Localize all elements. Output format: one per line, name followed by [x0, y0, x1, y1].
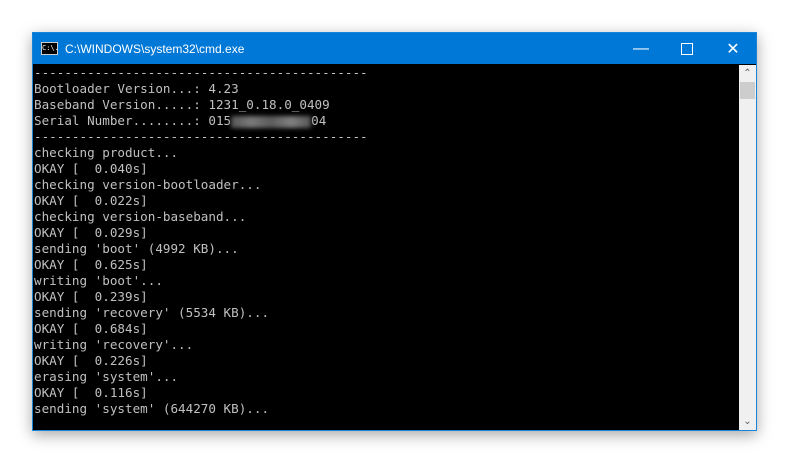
console-line: checking version-baseband... [34, 209, 247, 224]
console-line: OKAY [ 0.040s] [34, 161, 148, 176]
console-line: sending 'system' (644270 KB)... [34, 401, 270, 416]
console-line: Baseband Version.....: 1231_0.18.0_0409 [34, 97, 330, 112]
console-line: OKAY [ 0.625s] [34, 257, 148, 272]
serial-suffix: 04 [311, 113, 327, 128]
scroll-up-arrow-icon[interactable]: ⌃ [739, 65, 756, 82]
console-line: Serial Number........: 015 04 [34, 113, 739, 129]
console-line: writing 'recovery'... [34, 337, 194, 352]
scroll-down-arrow-icon[interactable]: ⌄ [739, 413, 756, 430]
minimize-button[interactable]: — [618, 33, 664, 64]
minimize-icon: — [633, 39, 649, 57]
console-line: checking version-bootloader... [34, 177, 262, 192]
serial-label: Serial Number........: [34, 113, 209, 128]
console-line: sending 'boot' (4992 KB)... [34, 241, 239, 256]
console-line: ----------------------------------------… [34, 65, 368, 80]
console-line: OKAY [ 0.684s] [34, 321, 148, 336]
console-output[interactable]: ----------------------------------------… [33, 65, 739, 430]
cmd-icon: C:\. [41, 42, 59, 55]
console-line: OKAY [ 0.116s] [34, 385, 148, 400]
scrollbar-thumb[interactable] [740, 82, 755, 99]
console-line: Bootloader Version...: 4.23 [34, 81, 239, 96]
console-line: OKAY [ 0.226s] [34, 353, 148, 368]
console-line: OKAY [ 0.022s] [34, 193, 148, 208]
vertical-scrollbar[interactable]: ⌃ ⌄ [739, 65, 756, 430]
redacted-serial [231, 115, 312, 128]
console-line: OKAY [ 0.029s] [34, 225, 148, 240]
console-line: sending 'recovery' (5534 KB)... [34, 305, 270, 320]
window-title: C:\WINDOWS\system32\cmd.exe [65, 41, 245, 56]
console-line: writing 'boot'... [34, 273, 163, 288]
console-line: ----------------------------------------… [34, 129, 368, 144]
close-button[interactable]: ✕ [710, 33, 756, 64]
maximize-button[interactable] [664, 33, 710, 64]
console-line: checking product... [34, 145, 179, 160]
serial-prefix: 015 [208, 113, 232, 128]
close-icon: ✕ [726, 40, 740, 58]
cmd-window: C:\. C:\WINDOWS\system32\cmd.exe — ✕ ---… [32, 32, 757, 431]
maximize-icon [681, 42, 693, 55]
console-line: OKAY [ 0.239s] [34, 289, 148, 304]
console-line: erasing 'system'... [34, 369, 179, 384]
title-bar[interactable]: C:\. C:\WINDOWS\system32\cmd.exe — ✕ [33, 33, 756, 64]
